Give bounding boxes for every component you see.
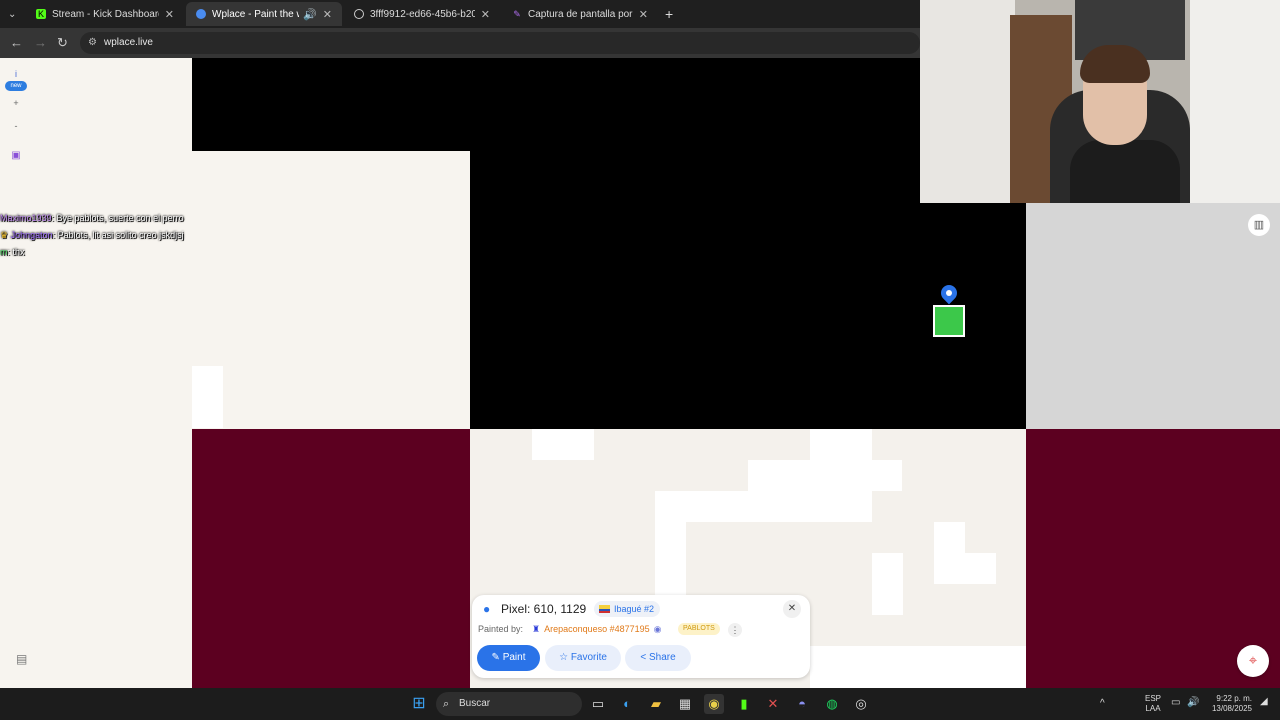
webcam-wall — [920, 0, 1015, 203]
keyboard-icon[interactable]: ▤ — [16, 652, 36, 670]
zoom-out-button[interactable]: - — [6, 121, 26, 135]
site-settings-icon[interactable]: ⚙ — [88, 32, 97, 54]
windows-start-icon[interactable]: ⊞ — [409, 694, 429, 714]
canvas-block-white — [934, 553, 996, 584]
kick-app-icon[interactable]: ▮ — [734, 694, 754, 714]
zoom-in-button[interactable]: + — [6, 98, 26, 112]
chat-message: m: thx — [0, 247, 25, 257]
canvas-block-white — [810, 429, 872, 460]
new-badge: new — [5, 81, 27, 91]
new-tab-button[interactable]: + — [660, 2, 682, 26]
close-icon[interactable]: ✕ — [165, 8, 174, 21]
webcam-door — [1190, 0, 1280, 203]
webcam-hair — [1080, 45, 1150, 83]
map-pin-icon: ● — [483, 602, 491, 616]
crown-icon: ♛ — [0, 230, 11, 240]
spotify-icon[interactable]: ◍ — [822, 694, 842, 714]
pencil-icon: ✎ — [491, 652, 503, 663]
painted-by-label: Painted by: — [478, 624, 524, 634]
close-button[interactable]: ✕ — [783, 600, 801, 618]
chrome-icon[interactable]: ◉ — [704, 694, 724, 714]
globe-icon — [354, 9, 364, 19]
url-field[interactable]: ⚙ wplace.live — [80, 32, 920, 54]
stream-chat-overlay: Maximo1939: Bye pablots, suerte con el p… — [0, 210, 184, 261]
volume-icon[interactable]: 🔊 — [1187, 697, 1199, 708]
back-icon[interactable]: ← — [10, 35, 23, 50]
region-badge[interactable]: Ibagué #2 — [594, 601, 661, 617]
obs-icon[interactable]: ◎ — [851, 694, 871, 714]
clock[interactable]: 9:22 p. m. 13/08/2025 — [1208, 694, 1252, 714]
canvas-block-white — [872, 553, 903, 615]
tray-chevron-icon[interactable]: ^ — [1100, 698, 1105, 709]
tab-wplace[interactable]: Wplace - Paint the world 🔊 ✕ — [186, 2, 342, 26]
canvas-block-maroon — [192, 429, 470, 688]
favorite-button[interactable]: ☆ Favorite — [545, 645, 621, 671]
windows-taskbar: ⊞ ⌕ Buscar ▭ ◐ ▰ ▦ ◉ ▮ ✕ ◓ ◍ ◎ ^ ESP LAA… — [0, 688, 1280, 720]
webcam-overlay — [920, 0, 1280, 203]
notification-icon[interactable]: ◢ — [1260, 696, 1268, 707]
user-flag-icon: ♜ — [532, 624, 541, 634]
speaker-icon[interactable]: 🔊 — [303, 8, 317, 21]
discord-icon: ◉ — [653, 624, 662, 634]
twitch-icon[interactable]: ▣ — [6, 150, 26, 164]
pin-dot — [946, 290, 952, 296]
taskbar-search[interactable]: ⌕ Buscar — [436, 692, 582, 716]
painter-name[interactable]: ♜ Arepaconqueso #4877195 ◉ — [532, 624, 662, 635]
discord-app-icon[interactable]: ◓ — [792, 694, 812, 714]
wplace-icon — [196, 9, 206, 19]
edge-icon[interactable]: ◐ — [617, 694, 637, 714]
share-button[interactable]: < Share — [625, 645, 691, 671]
canvas-block-white — [532, 429, 594, 460]
webcam-shirt — [1070, 140, 1180, 203]
close-icon[interactable]: ✕ — [323, 8, 332, 21]
capcut-icon[interactable]: ✕ — [763, 694, 783, 714]
alliance-badge: PABLOTS — [678, 623, 720, 635]
star-icon: ☆ — [559, 652, 571, 663]
chat-message: Maximo1939: Bye pablots, suerte con el p… — [0, 213, 184, 223]
language-indicator[interactable]: ESP LAA — [1145, 694, 1161, 714]
more-options-button[interactable]: ⋮ — [728, 623, 742, 637]
colombia-flag-icon — [599, 605, 610, 613]
canvas-block-white — [810, 646, 1026, 688]
store-icon[interactable]: ▦ — [675, 694, 695, 714]
kick-icon: K — [36, 9, 46, 19]
search-icon: ⌕ — [443, 698, 450, 710]
close-icon[interactable]: ✕ — [639, 8, 648, 21]
selected-pixel[interactable] — [933, 305, 965, 337]
tab-uuid-page[interactable]: 3fff9912-ed66-45b6-b204-cad ✕ — [344, 2, 500, 26]
canvas-block-white — [655, 491, 872, 522]
crosshair-icon[interactable]: ⌖ — [1237, 645, 1269, 677]
paint-button[interactable]: ✎ Paint — [477, 645, 540, 671]
canvas-block-white — [192, 366, 223, 428]
share-icon: < — [640, 652, 649, 663]
task-view-icon[interactable]: ▭ — [588, 694, 608, 714]
forward-icon[interactable]: → — [34, 35, 47, 50]
canvas-block-white — [748, 460, 902, 491]
close-icon[interactable]: ✕ — [481, 8, 490, 21]
tab-kick-dashboard[interactable]: K Stream - Kick Dashboard ✕ — [26, 2, 184, 26]
leaderboard-icon[interactable]: ▥ — [1248, 214, 1270, 236]
tab-lightshot[interactable]: ✎ Captura de pantalla por Lightsh ✕ — [502, 2, 658, 26]
network-icon[interactable]: ▭ — [1171, 697, 1180, 708]
canvas-block-black — [192, 58, 920, 151]
pixel-coordinates: Pixel: 610, 1129 — [501, 602, 587, 616]
chevron-down-icon: ⌄ — [8, 8, 17, 20]
feather-icon: ✎ — [513, 9, 521, 19]
file-explorer-icon[interactable]: ▰ — [646, 694, 666, 714]
reload-icon[interactable]: ↻ — [57, 35, 68, 51]
tab-search-button[interactable]: ⌄ — [4, 2, 24, 26]
pixel-info-panel: ● Pixel: 610, 1129 Ibagué #2 ✕ Painted b… — [472, 595, 810, 678]
canvas-block-gray — [1026, 203, 1280, 429]
chat-message: ♛ Johngaton: Pablots, lit asi solito cre… — [0, 230, 184, 240]
